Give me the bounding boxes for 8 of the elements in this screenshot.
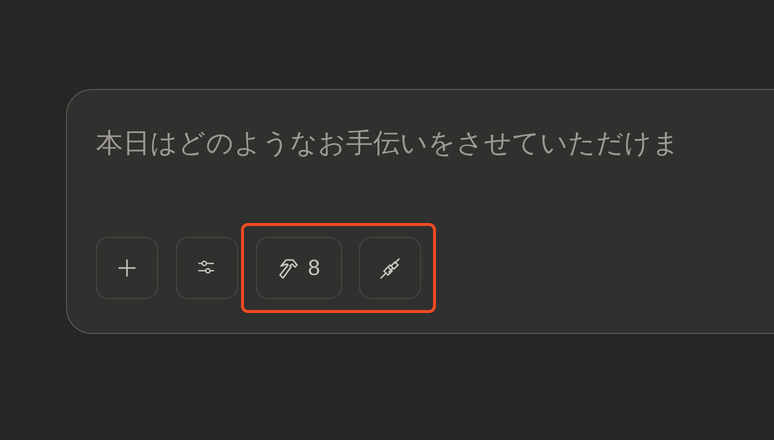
sliders-button[interactable] — [176, 237, 238, 299]
plug-icon — [379, 257, 401, 279]
plus-icon — [116, 257, 138, 279]
prompt-placeholder[interactable]: 本日はどのようなお手伝いをさせていただけま — [96, 124, 680, 164]
hammer-icon — [278, 257, 300, 279]
plug-button[interactable] — [359, 237, 421, 299]
hammer-button[interactable]: 8 — [256, 237, 342, 299]
plus-button[interactable] — [96, 237, 158, 299]
